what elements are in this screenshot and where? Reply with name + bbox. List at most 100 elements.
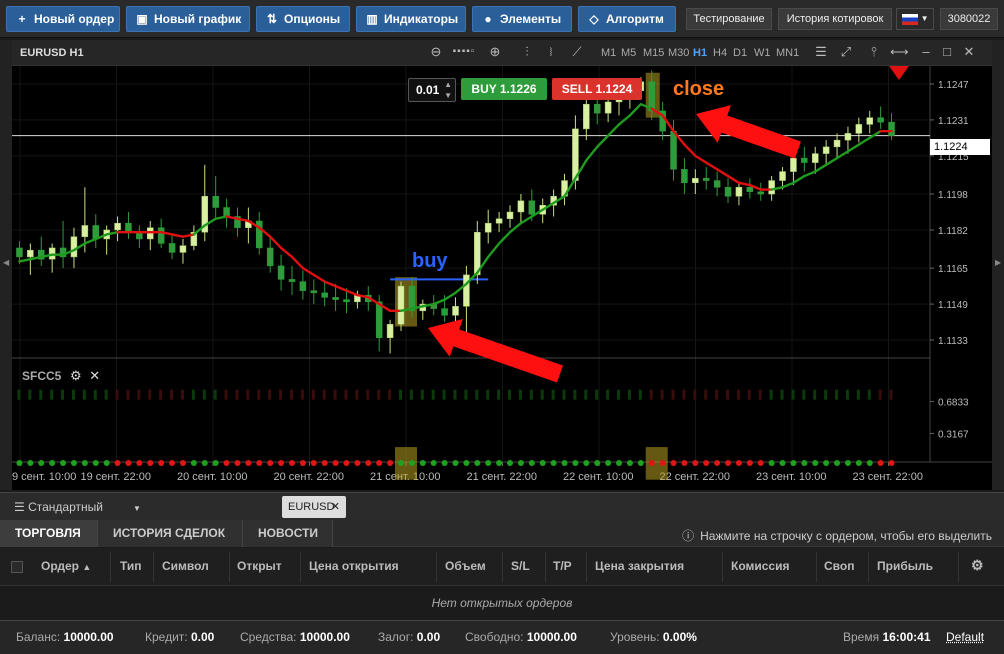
candles-icon[interactable]: ⧘ (542, 44, 560, 60)
candle (484, 222, 492, 233)
maximize-icon[interactable]: □ (938, 44, 956, 59)
gear-icon[interactable]: ⚙ (971, 557, 984, 574)
credit-status: Кредит: 0.00 (145, 630, 215, 644)
signal-bar (344, 389, 348, 400)
vertical-line-icon[interactable]: ⫯ (865, 44, 883, 60)
candle (212, 196, 219, 208)
language-select[interactable]: ▼ (896, 8, 934, 30)
signal-bar (540, 389, 544, 400)
col-swap[interactable]: Своп (824, 559, 854, 573)
signal-bar (61, 389, 65, 400)
fullscreen-icon[interactable]: ⤢ (837, 44, 855, 60)
balance-status: Баланс: 10000.00 (16, 630, 114, 644)
signal-dot (670, 460, 677, 466)
timeframe-h1[interactable]: H1 (693, 47, 707, 59)
signal-bar (82, 389, 86, 400)
price-chart[interactable]: 1.12471.12311.12151.11981.11821.11651.11… (12, 66, 992, 490)
col-commission[interactable]: Комиссия (731, 559, 789, 573)
minimize-icon[interactable]: – (917, 44, 935, 59)
col-tp[interactable]: T/P (553, 559, 572, 573)
timeframe-h4[interactable]: H4 (713, 47, 727, 59)
algorithm-button[interactable]: ◇ Алгоритм (578, 6, 676, 32)
signal-dot (179, 460, 186, 466)
col-profit[interactable]: Прибыль (877, 559, 933, 573)
profile-select[interactable]: Default (946, 630, 984, 644)
indicator-tick-label: 0.3167 (938, 429, 969, 440)
col-symbol[interactable]: Символ (162, 559, 209, 573)
select-all-checkbox[interactable] (11, 561, 23, 573)
chart-title: EURUSD H1 (20, 47, 84, 59)
timeframe-mn1[interactable]: MN1 (776, 47, 799, 59)
symbol-tab[interactable]: EURUSD ✕ (282, 496, 346, 518)
sell-button[interactable]: SELL 1.1224 (552, 78, 642, 100)
moving-average-segment (726, 174, 741, 185)
horizontal-line-icon[interactable]: ⟷ (890, 44, 909, 60)
lot-size-input[interactable]: 0.01 ▲ ▼ (408, 78, 456, 102)
moving-average-segment (487, 242, 501, 259)
tab-news[interactable]: НОВОСТИ (243, 520, 333, 547)
time-tick-label: 23 сент. 10:00 (756, 471, 826, 483)
options-button[interactable]: ⇅ Опционы (256, 6, 350, 32)
signal-bar (366, 389, 370, 400)
diamond-icon: ◇ (589, 12, 599, 26)
menu-icon[interactable]: ☰ (812, 44, 830, 60)
signal-dot (288, 460, 295, 466)
signal-dot (408, 460, 415, 466)
left-collapse-handle[interactable]: ◀ (0, 40, 12, 490)
testing-button[interactable]: Тестирование (686, 8, 772, 30)
signal-dot (485, 460, 492, 466)
col-close-price[interactable]: Цена закрытия (595, 559, 684, 573)
moving-average-segment (83, 237, 97, 245)
quotes-history-button[interactable]: История котировок (778, 8, 892, 30)
candle (375, 301, 383, 339)
hamburger-icon: ☰ (14, 500, 29, 514)
new-order-button[interactable]: + Новый ордер (6, 6, 120, 32)
chevron-down-icon: ▼ (132, 504, 141, 513)
timeframe-w1[interactable]: W1 (754, 47, 771, 59)
signal-bar (170, 389, 174, 400)
col-order[interactable]: Ордер ▲ (41, 559, 91, 573)
signal-dot (714, 460, 721, 466)
col-sl[interactable]: S/L (511, 559, 530, 573)
signal-bar (878, 389, 882, 400)
col-type[interactable]: Тип (120, 559, 142, 573)
zoom-in-icon[interactable]: ⊕ (486, 44, 504, 60)
account-id[interactable]: 3080022 (940, 8, 998, 30)
timeframe-m15[interactable]: M15 (643, 47, 664, 59)
candle (811, 153, 819, 163)
signal-dot (60, 460, 67, 466)
close-icon[interactable]: ✕ (331, 496, 340, 518)
bar-chart-icon[interactable]: ⫶ (518, 44, 536, 60)
indicators-button[interactable]: ▥ Индикаторы (356, 6, 466, 32)
tab-trade-history[interactable]: ИСТОРИЯ СДЕЛОК (98, 520, 243, 547)
close-icon[interactable]: ✕ (89, 368, 100, 383)
col-open-time[interactable]: Открыт (237, 559, 282, 573)
timeframe-m1[interactable]: M1 (601, 47, 616, 59)
signal-bar (28, 389, 32, 400)
signal-bar (137, 389, 141, 400)
signal-bar (497, 389, 501, 400)
buy-button[interactable]: BUY 1.1226 (461, 78, 547, 100)
timeframe-m30[interactable]: M30 (668, 47, 689, 59)
signal-dot (321, 460, 328, 466)
gear-icon[interactable]: ⚙ (70, 368, 82, 383)
moving-average-segment (868, 129, 882, 140)
signal-dot (16, 460, 23, 466)
new-chart-button[interactable]: ▣ Новый график (126, 6, 250, 32)
tab-trading[interactable]: ТОРГОВЛЯ (0, 520, 98, 547)
signal-dot (844, 460, 851, 466)
col-volume[interactable]: Объем (445, 559, 486, 573)
line-chart-icon[interactable]: ⟋ (568, 44, 586, 60)
layout-select[interactable]: ☰ Стандартный ▼ (14, 500, 141, 514)
price-tick-label: 1.1133 (938, 336, 968, 347)
close-chart-icon[interactable]: ✕ (960, 44, 978, 60)
zoom-out-icon[interactable]: ⊖ (427, 44, 445, 60)
right-collapse-handle[interactable]: ▶ (992, 40, 1004, 490)
signal-dot (169, 460, 176, 466)
col-open-price[interactable]: Цена открытия (309, 559, 399, 573)
elements-button[interactable]: ● Элементы (472, 6, 572, 32)
timeframe-d1[interactable]: D1 (733, 47, 747, 59)
timeframe-m5[interactable]: M5 (621, 47, 636, 59)
time-tick-label: 19 сент. 22:00 (81, 471, 151, 483)
signal-dot (725, 460, 732, 466)
